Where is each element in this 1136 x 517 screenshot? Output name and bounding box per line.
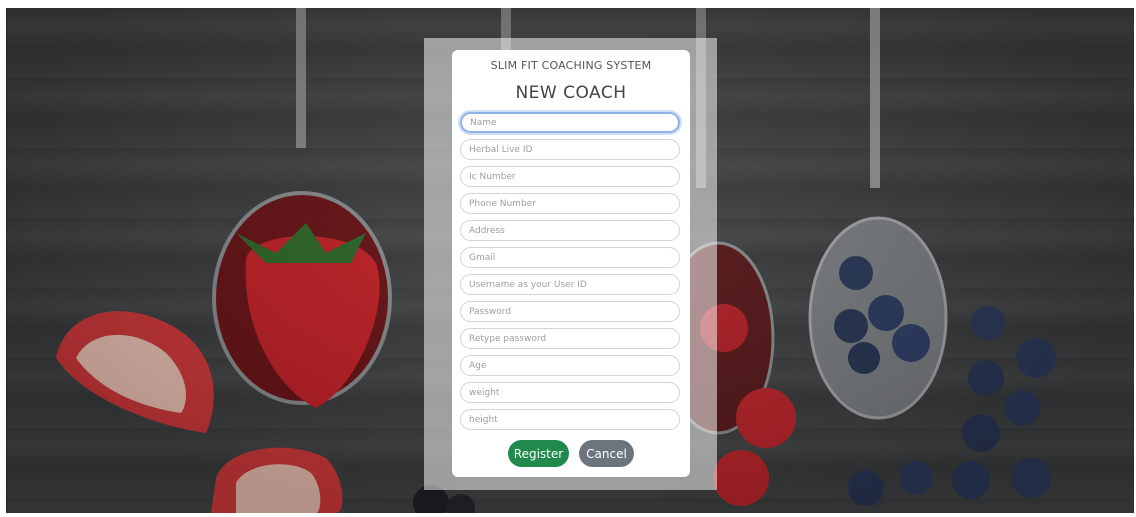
page-title: NEW COACH (515, 83, 627, 103)
registration-card: SLIM FIT COACHING SYSTEM NEW COACH Regis… (452, 50, 690, 477)
herbal-live-id-input[interactable] (460, 139, 680, 160)
cancel-button[interactable]: Cancel (579, 440, 634, 467)
phone-number-input[interactable] (460, 193, 680, 214)
address-input[interactable] (460, 220, 680, 241)
height-input[interactable] (460, 409, 680, 430)
retype-password-input[interactable] (460, 328, 680, 349)
name-input[interactable] (460, 112, 680, 133)
app-subtitle: SLIM FIT COACHING SYSTEM (490, 59, 652, 72)
register-button[interactable]: Register (508, 440, 569, 467)
username-input[interactable] (460, 274, 680, 295)
weight-input[interactable] (460, 382, 680, 403)
ic-number-input[interactable] (460, 166, 680, 187)
gmail-input[interactable] (460, 247, 680, 268)
password-input[interactable] (460, 301, 680, 322)
age-input[interactable] (460, 355, 680, 376)
